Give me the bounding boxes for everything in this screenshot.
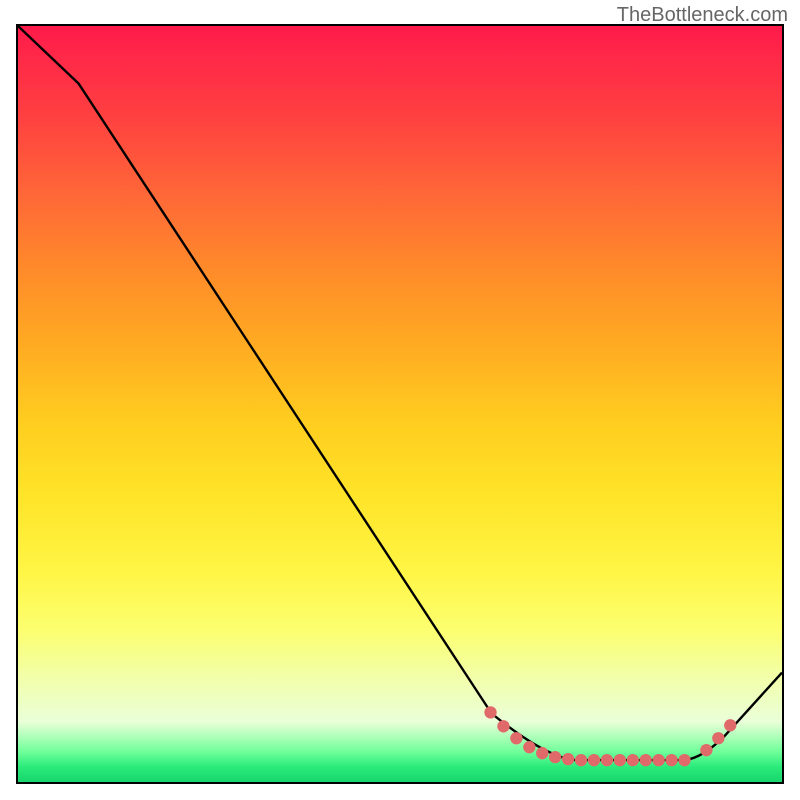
scatter-dots <box>484 706 736 766</box>
plot-area <box>16 24 784 784</box>
chart-container: TheBottleneck.com <box>0 0 800 800</box>
curve-line <box>18 26 782 760</box>
chart-svg <box>18 26 782 782</box>
